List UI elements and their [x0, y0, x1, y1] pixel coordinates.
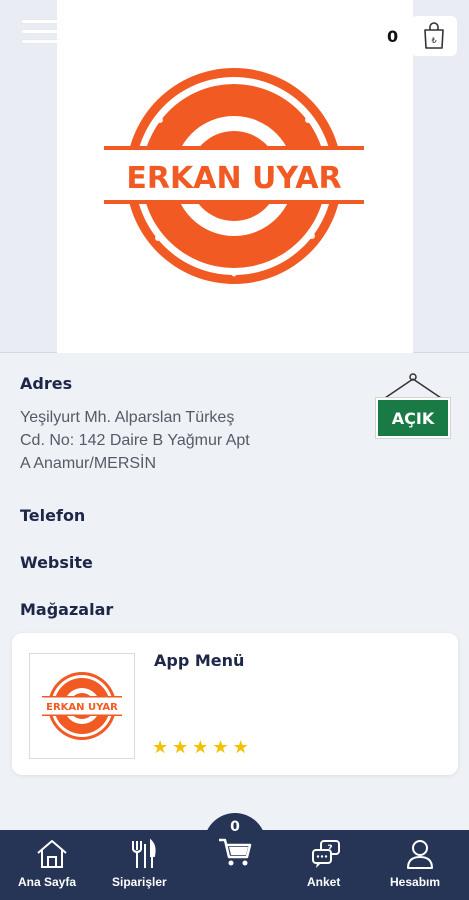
brand-logo: ERKAN UYAR — [104, 68, 364, 284]
store-logo: ERKAN UYAR — [42, 672, 122, 740]
store-thumbnail: ERKAN UYAR — [29, 653, 135, 759]
brand-logo-text: ERKAN UYAR — [126, 161, 341, 196]
star-icon: ★ — [152, 737, 169, 758]
star-icon: ★ — [212, 737, 229, 758]
shopping-bag-button[interactable]: ₺ — [411, 16, 457, 56]
nav-account-label: Hesabım — [390, 875, 441, 889]
address-line: Yeşilyurt Mh. Alparslan Türkeş — [20, 409, 235, 426]
address-label: Adres — [20, 374, 73, 393]
star-icon: ★ — [172, 737, 189, 758]
nav-orders-label: Siparişler — [112, 875, 167, 889]
user-icon — [407, 840, 433, 869]
svg-text:₺: ₺ — [431, 36, 436, 45]
home-icon — [37, 840, 67, 868]
center-cart-button[interactable]: 0 — [204, 813, 266, 875]
star-icon: ★ — [192, 737, 209, 758]
store-logo-text: ERKAN UYAR — [46, 702, 118, 713]
nav-home[interactable]: Ana Sayfa — [10, 830, 94, 900]
nav-survey-label: Anket — [307, 875, 341, 889]
chat-icon: ? — [312, 840, 340, 868]
menu-icon[interactable] — [22, 20, 62, 50]
address-text: Yeşilyurt Mh. Alparslan Türkeş Cd. No: 1… — [20, 406, 340, 475]
shopping-bag-icon: ₺ — [424, 22, 444, 49]
store-title: App Menü — [154, 651, 245, 670]
star-icon: ★ — [232, 737, 249, 758]
nav-account[interactable]: Hesabım — [380, 830, 460, 900]
store-info: Adres Yeşilyurt Mh. Alparslan Türkeş Cd.… — [20, 374, 340, 475]
address-line: A Anamur/MERSİN — [20, 455, 157, 472]
fork-knife-icon — [132, 838, 156, 868]
stores-label: Mağazalar — [20, 600, 114, 619]
store-card[interactable]: ERKAN UYAR App Menü ★ ★ ★ ★ ★ — [12, 633, 458, 775]
website-label[interactable]: Website — [20, 553, 93, 572]
center-cart-count: 0 — [230, 819, 240, 835]
address-line: Cd. No: 142 Daire B Yağmur Apt — [20, 432, 250, 449]
open-status-label: AÇIK — [376, 398, 450, 438]
nav-orders[interactable]: Siparişler — [106, 830, 182, 900]
rating-stars: ★ ★ ★ ★ ★ — [152, 739, 249, 757]
hero-banner: 0 ₺ ERKAN UYAR — [0, 0, 469, 353]
nav-survey[interactable]: ? Anket — [296, 830, 356, 900]
cart-icon — [219, 838, 252, 866]
header-cart-count: 0 — [387, 27, 399, 46]
nav-home-label: Ana Sayfa — [18, 875, 77, 889]
phone-label[interactable]: Telefon — [20, 506, 85, 525]
open-status-sign: AÇIK — [374, 373, 452, 441]
